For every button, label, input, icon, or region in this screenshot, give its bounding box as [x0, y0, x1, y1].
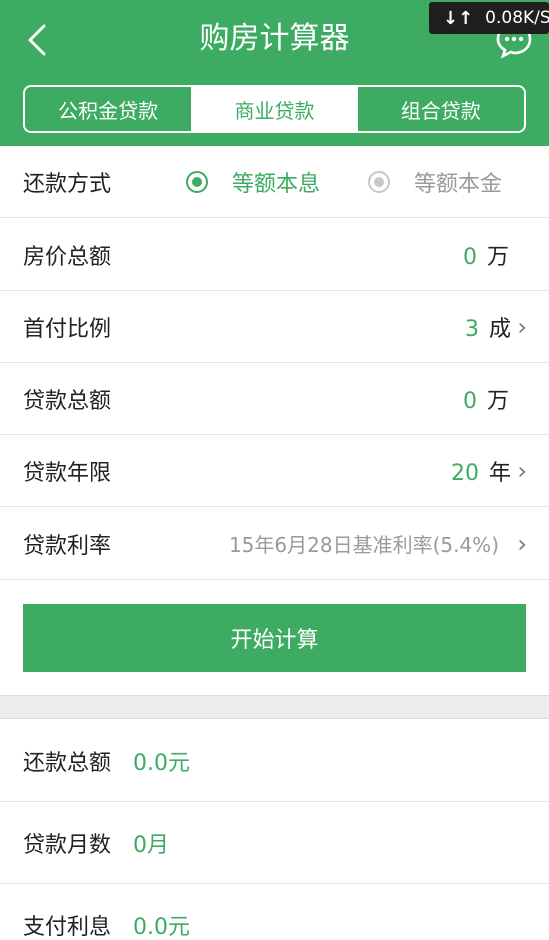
house-price-row[interactable]: 房价总额 0 万 [0, 219, 549, 291]
result-total-repayment-row: 还款总额 0.0元 [0, 720, 549, 802]
loan-years-label: 贷款年限 [23, 460, 112, 486]
radio-unchecked-icon [368, 170, 390, 193]
loan-rate-label: 贷款利率 [23, 533, 112, 559]
network-speed-text: 0.08K/S [485, 8, 549, 28]
tab-provident-fund-loan[interactable]: 公积金贷款 [25, 87, 191, 131]
result-loan-months-row: 贷款月数 0月 [0, 802, 549, 884]
down-payment-unit: 成 [488, 316, 511, 342]
network-arrows-icon: ↓↑ [443, 7, 474, 29]
chevron-right-icon: › [517, 529, 527, 558]
radio-checked-icon [186, 170, 208, 193]
app-header: 购房计算器 ↓↑ 0.08K/S 公积金贷款 商业贷款 组合贷款 [0, 0, 549, 146]
result-label: 还款总额 [23, 750, 112, 776]
result-label: 贷款月数 [23, 832, 112, 858]
radio-equal-installment[interactable]: 等额本息 [186, 166, 320, 198]
repay-method-row: 还款方式 等额本息 等额本金 [0, 146, 549, 218]
down-payment-row[interactable]: 首付比例 3 成 › [0, 291, 549, 363]
down-payment-label: 首付比例 [23, 316, 112, 342]
start-calculate-button[interactable]: 开始计算 [23, 604, 526, 672]
house-price-label: 房价总额 [23, 244, 112, 270]
loan-total-row[interactable]: 贷款总额 0 万 [0, 363, 549, 435]
loan-years-row[interactable]: 贷款年限 20 年 › [0, 435, 549, 507]
result-value: 0月 [133, 832, 170, 858]
tab-commercial-loan[interactable]: 商业贷款 [191, 87, 358, 131]
radio-equal-principal-label: 等额本金 [414, 171, 503, 197]
house-price-unit: 万 [486, 244, 509, 270]
radio-equal-principal[interactable]: 等额本金 [368, 166, 502, 198]
loan-total-value[interactable]: 0 [463, 389, 477, 414]
down-payment-value: 3 [464, 316, 479, 342]
result-value: 0.0元 [133, 750, 191, 776]
section-divider [0, 695, 549, 719]
radio-equal-installment-label: 等额本息 [232, 171, 321, 197]
result-interest-row: 支付利息 0.0元 [0, 884, 549, 940]
tab-combined-loan[interactable]: 组合贷款 [358, 87, 524, 131]
loan-years-unit: 年 [488, 460, 511, 486]
result-label: 支付利息 [23, 915, 112, 940]
chevron-right-icon: › [517, 312, 527, 341]
loan-total-unit: 万 [486, 388, 509, 414]
repay-method-label: 还款方式 [23, 171, 112, 197]
house-price-value[interactable]: 0 [463, 245, 477, 270]
result-value: 0.0元 [133, 915, 191, 940]
chevron-right-icon: › [517, 456, 527, 485]
loan-total-label: 贷款总额 [23, 388, 112, 414]
loan-type-tabs: 公积金贷款 商业贷款 组合贷款 [23, 85, 526, 133]
network-speed-badge: ↓↑ 0.08K/S [429, 2, 549, 34]
loan-rate-value: 15年6月28日基准利率(5.4%) [228, 533, 499, 557]
loan-years-value: 20 [450, 460, 479, 486]
loan-rate-row[interactable]: 贷款利率 15年6月28日基准利率(5.4%) › [0, 508, 549, 580]
